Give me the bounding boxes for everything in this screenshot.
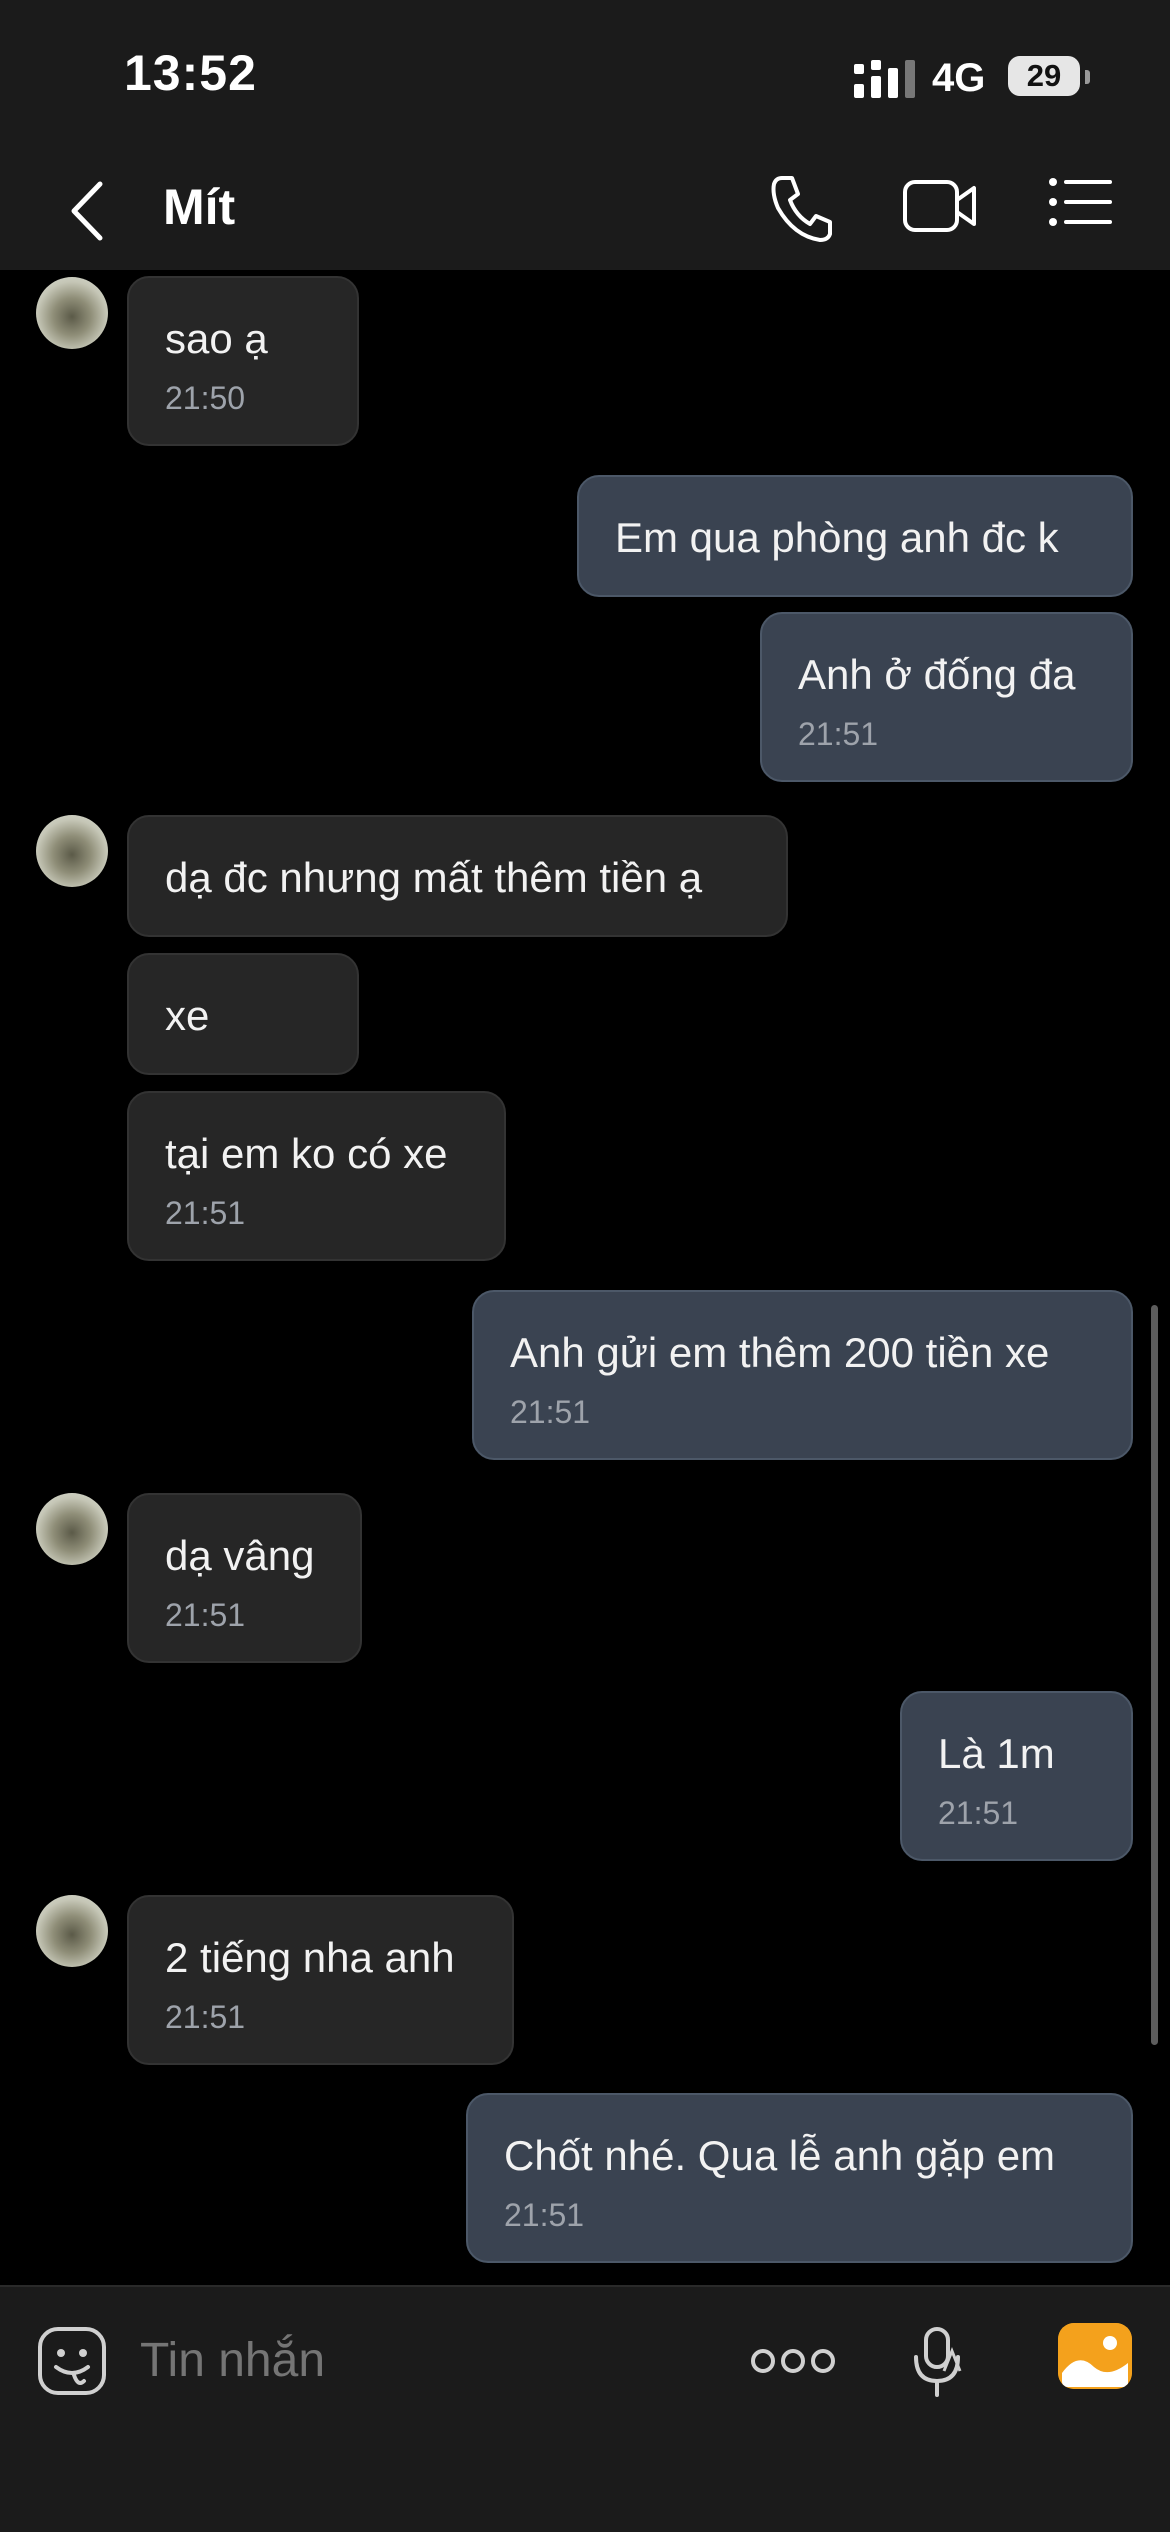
composer-bar bbox=[0, 2285, 1170, 2532]
message-input[interactable] bbox=[140, 2333, 700, 2388]
message-bubble-outgoing[interactable]: Em qua phòng anh đc k bbox=[577, 475, 1133, 597]
status-time: 13:52 bbox=[124, 45, 257, 101]
network-type: 4G bbox=[932, 56, 986, 100]
message-text: xe bbox=[165, 992, 210, 1039]
message-time: 21:51 bbox=[165, 1195, 246, 1231]
contact-name[interactable]: Mít bbox=[163, 178, 235, 236]
battery-level: 29 bbox=[1008, 56, 1080, 96]
message-list[interactable]: sao ạ 21:50 Em qua phòng anh đc k Anh ở … bbox=[0, 270, 1170, 2285]
more-options-icon[interactable] bbox=[750, 2343, 836, 2379]
message-time: 21:51 bbox=[510, 1394, 591, 1430]
contact-avatar[interactable] bbox=[36, 815, 108, 887]
voice-to-text-mic-icon[interactable] bbox=[908, 2325, 968, 2399]
message-bubble-incoming[interactable]: tại em ko có xe 21:51 bbox=[127, 1091, 506, 1261]
battery-icon bbox=[1085, 70, 1090, 84]
video-call-icon[interactable] bbox=[902, 172, 978, 238]
message-text: Anh ở đống đa bbox=[798, 651, 1076, 698]
scrollbar[interactable] bbox=[1151, 1305, 1158, 2045]
message-bubble-incoming[interactable]: 2 tiếng nha anh 21:51 bbox=[127, 1895, 514, 2065]
contact-avatar[interactable] bbox=[36, 277, 108, 349]
message-bubble-outgoing[interactable]: Anh gửi em thêm 200 tiền xe 21:51 bbox=[472, 1290, 1133, 1460]
message-text: Chốt nhé. Qua lễ anh gặp em bbox=[504, 2132, 1056, 2179]
chat-header: Mít bbox=[0, 150, 1170, 270]
phone-call-icon[interactable] bbox=[768, 172, 834, 246]
message-text: dạ vâng bbox=[165, 1532, 315, 1579]
contact-avatar[interactable] bbox=[36, 1493, 108, 1565]
message-text: sao ạ bbox=[165, 315, 268, 362]
message-text: Là 1m bbox=[938, 1730, 1055, 1777]
message-text: Anh gửi em thêm 200 tiền xe bbox=[510, 1329, 1050, 1376]
status-bar: 13:52 4G 29 bbox=[0, 0, 1170, 150]
message-bubble-outgoing[interactable]: Chốt nhé. Qua lễ anh gặp em 21:51 bbox=[466, 2093, 1133, 2263]
message-bubble-outgoing[interactable]: Là 1m 21:51 bbox=[900, 1691, 1133, 1861]
message-time: 21:51 bbox=[938, 1795, 1019, 1831]
message-time: 21:51 bbox=[165, 1597, 246, 1633]
message-bubble-incoming[interactable]: dạ đc nhưng mất thêm tiền ạ bbox=[127, 815, 788, 937]
message-time: 21:51 bbox=[798, 716, 879, 752]
contact-avatar[interactable] bbox=[36, 1895, 108, 1967]
sticker-emoji-icon[interactable] bbox=[36, 2325, 108, 2397]
message-time: 21:50 bbox=[165, 380, 246, 416]
message-bubble-incoming[interactable]: dạ vâng 21:51 bbox=[127, 1493, 362, 1663]
message-text: Em qua phòng anh đc k bbox=[615, 514, 1059, 561]
message-time: 21:51 bbox=[165, 1999, 246, 2035]
menu-list-icon[interactable] bbox=[1048, 172, 1112, 232]
message-bubble-incoming[interactable]: xe bbox=[127, 953, 359, 1075]
message-text: dạ đc nhưng mất thêm tiền ạ bbox=[165, 854, 703, 901]
message-bubble-outgoing[interactable]: Anh ở đống đa 21:51 bbox=[760, 612, 1133, 782]
message-text: 2 tiếng nha anh bbox=[165, 1934, 455, 1981]
message-time: 21:51 bbox=[504, 2197, 585, 2233]
signal-strength-icon bbox=[854, 60, 915, 98]
message-bubble-incoming[interactable]: sao ạ 21:50 bbox=[127, 276, 359, 446]
message-text: tại em ko có xe bbox=[165, 1130, 448, 1177]
back-icon[interactable] bbox=[60, 176, 120, 246]
photo-gallery-icon[interactable] bbox=[1058, 2323, 1132, 2389]
